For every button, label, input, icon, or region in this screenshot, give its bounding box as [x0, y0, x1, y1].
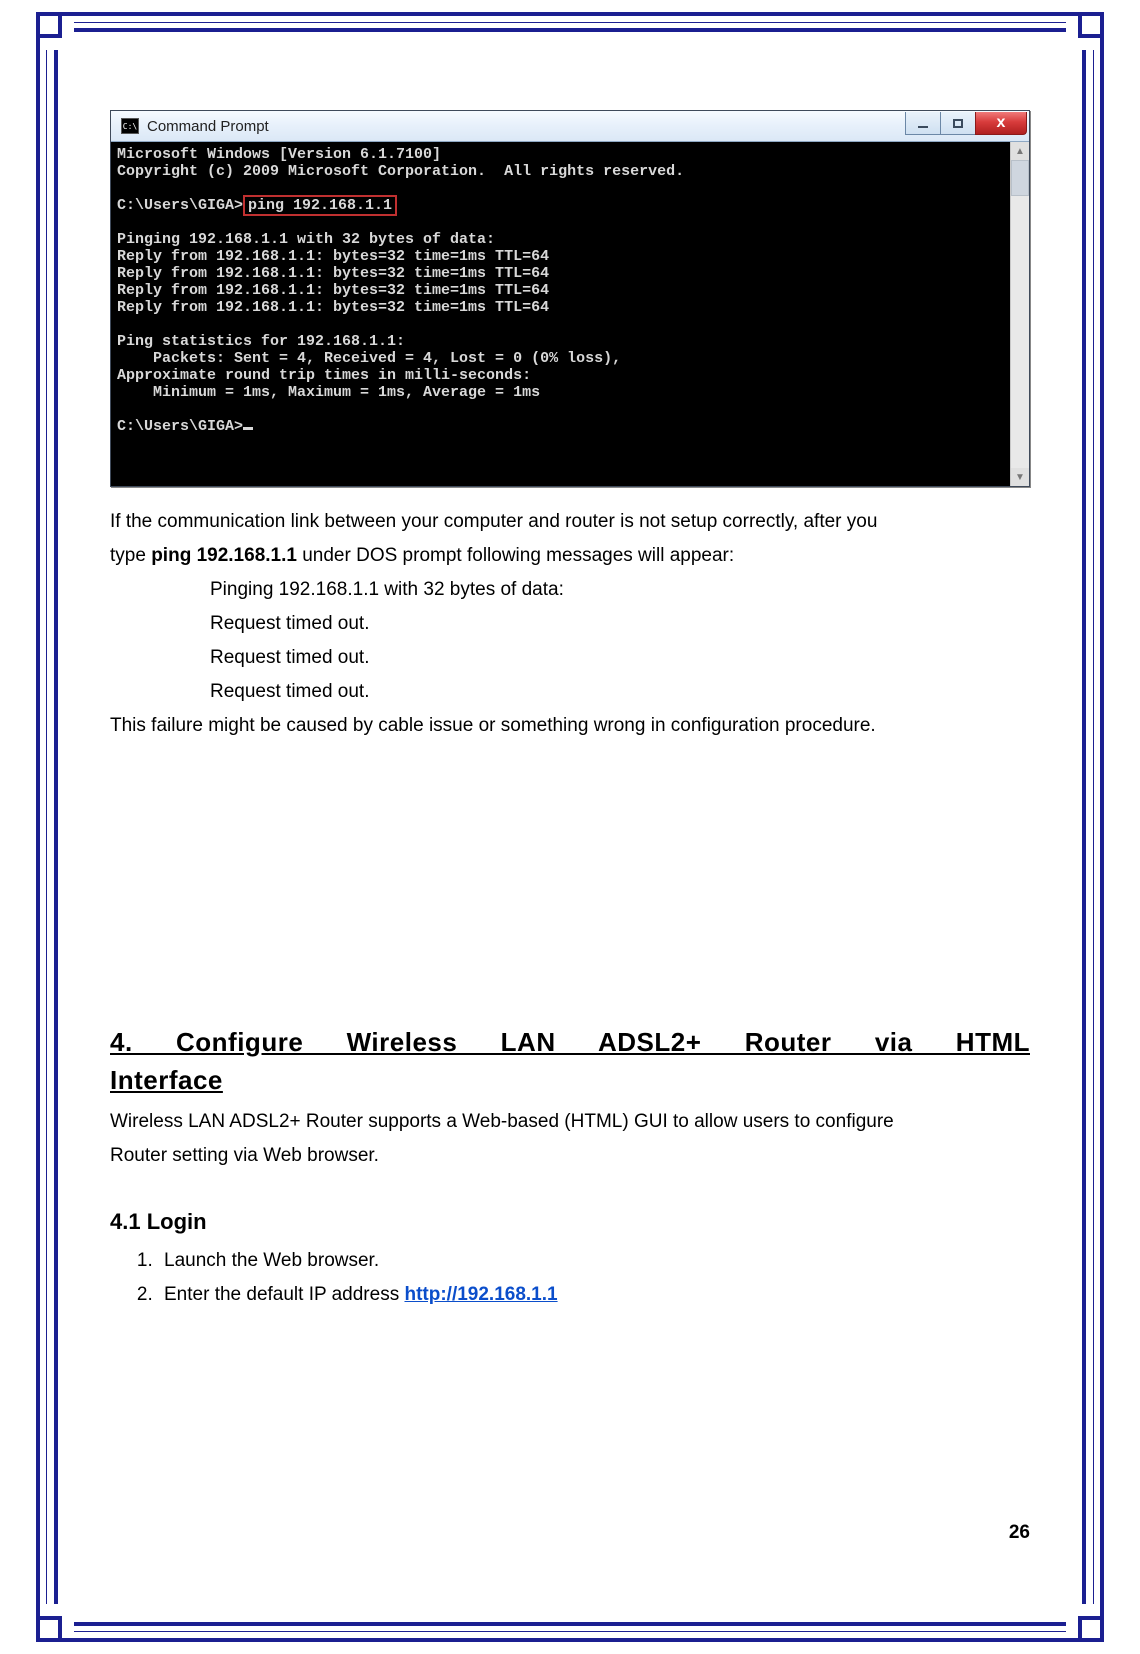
corner-ornament	[1066, 12, 1104, 50]
cmd-line: Pinging 192.168.1.1 with 32 bytes of dat…	[117, 231, 495, 248]
example-line: Request timed out.	[110, 641, 1030, 675]
cmd-line: Copyright (c) 2009 Microsoft Corporation…	[117, 163, 684, 180]
corner-ornament	[36, 12, 74, 50]
cmd-line: Reply from 192.168.1.1: bytes=32 time=1m…	[117, 265, 549, 282]
ping-command-bold: ping 192.168.1.1	[151, 545, 297, 566]
corner-ornament	[36, 1604, 74, 1642]
cmd-output: Microsoft Windows [Version 6.1.7100] Cop…	[111, 142, 1011, 486]
cmd-titlebar: C:\ Command Prompt x	[111, 111, 1029, 142]
maximize-button[interactable]	[940, 112, 976, 135]
minimize-button[interactable]	[905, 112, 941, 135]
cmd-title: Command Prompt	[147, 118, 269, 135]
cmd-line: Approximate round trip times in milli-se…	[117, 367, 531, 384]
cmd-line: Reply from 192.168.1.1: bytes=32 time=1m…	[117, 299, 549, 316]
cmd-line: Microsoft Windows [Version 6.1.7100]	[117, 146, 441, 163]
paragraph: This failure might be caused by cable is…	[110, 709, 1030, 743]
step-2: Enter the default IP address http://192.…	[158, 1279, 1030, 1311]
cmd-scrollbar[interactable]: ▲ ▼	[1010, 142, 1029, 486]
command-prompt-window: C:\ Command Prompt x Microsoft Windows […	[110, 110, 1030, 487]
cmd-icon: C:\	[121, 118, 139, 134]
example-line: Request timed out.	[110, 607, 1030, 641]
close-button[interactable]: x	[975, 112, 1027, 135]
paragraph: If the communication link between your c…	[110, 505, 1030, 539]
example-line: Pinging 192.168.1.1 with 32 bytes of dat…	[110, 573, 1030, 607]
cmd-cursor	[243, 427, 253, 430]
ping-command-highlight: ping 192.168.1.1	[243, 195, 397, 216]
section-4-1-heading: 4.1 Login	[110, 1209, 1030, 1235]
example-line: Request timed out.	[110, 675, 1030, 709]
cmd-line: Minimum = 1ms, Maximum = 1ms, Average = …	[117, 384, 540, 401]
cmd-line: Packets: Sent = 4, Received = 4, Lost = …	[117, 350, 621, 367]
scroll-thumb[interactable]	[1011, 160, 1029, 196]
paragraph: Router setting via Web browser.	[110, 1139, 1030, 1173]
cmd-line: Reply from 192.168.1.1: bytes=32 time=1m…	[117, 248, 549, 265]
page-number: 26	[1009, 1522, 1030, 1544]
section-4-heading: 4. Configure Wireless LAN ADSL2+ Router …	[110, 1023, 1030, 1099]
corner-ornament	[1066, 1604, 1104, 1642]
cmd-prompt: C:\Users\GIGA>	[117, 197, 243, 214]
cmd-prompt: C:\Users\GIGA>	[117, 418, 243, 435]
login-steps: Launch the Web browser. Enter the defaul…	[158, 1245, 1030, 1311]
paragraph: Wireless LAN ADSL2+ Router supports a We…	[110, 1105, 1030, 1139]
cmd-line: Ping statistics for 192.168.1.1:	[117, 333, 405, 350]
scroll-up-icon[interactable]: ▲	[1011, 142, 1029, 160]
default-ip-link[interactable]: http://192.168.1.1	[404, 1284, 557, 1305]
document-body: If the communication link between your c…	[110, 505, 1030, 743]
cmd-line: Reply from 192.168.1.1: bytes=32 time=1m…	[117, 282, 549, 299]
step-1: Launch the Web browser.	[158, 1245, 1030, 1277]
paragraph: type ping 192.168.1.1 under DOS prompt f…	[110, 539, 1030, 573]
scroll-down-icon[interactable]: ▼	[1011, 468, 1029, 486]
